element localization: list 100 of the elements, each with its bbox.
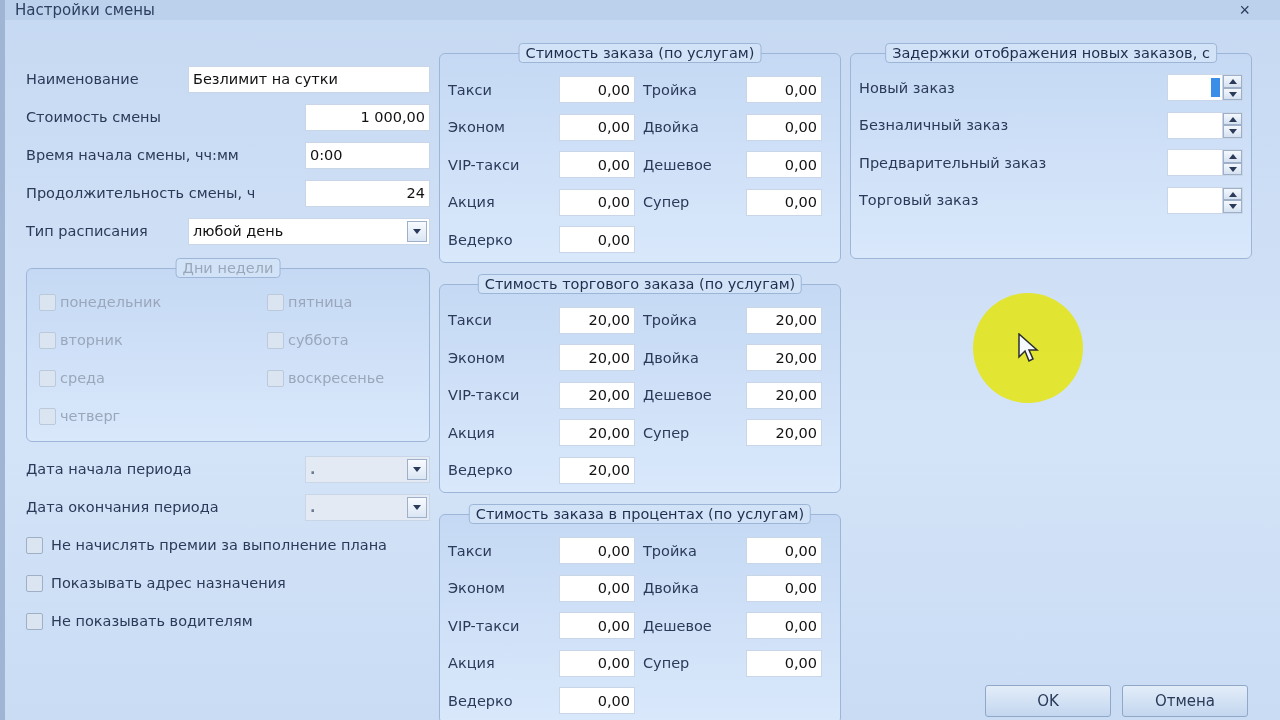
input-field[interactable]: 20,00 (746, 381, 822, 409)
field-label: Дешевое (643, 617, 712, 634)
input-field[interactable]: 20,00 (746, 306, 822, 334)
dialog-button[interactable]: OK (985, 684, 1111, 717)
field-label: Тройка (643, 312, 697, 329)
down-arrow-icon (1228, 91, 1237, 97)
field-label: Супер (643, 655, 690, 672)
field-label: Продолжительность смены, ч (26, 185, 256, 201)
group-title: Дни недели (175, 258, 281, 278)
input-field[interactable]: 0,00 (559, 574, 635, 602)
down-arrow-icon (1228, 129, 1237, 134)
field-label: Двойка (643, 349, 699, 366)
field-label: Предварительный заказ (859, 154, 1047, 171)
field-label: Тройка (643, 81, 697, 98)
input-field[interactable]: 0,00 (746, 649, 822, 677)
input-field[interactable]: 20,00 (746, 344, 822, 372)
field-label: Эконом (448, 349, 506, 366)
field-label: Такси (448, 542, 492, 559)
field-label: Дата начала периода (26, 461, 192, 477)
field-label: Супер (643, 194, 690, 211)
checkbox-label: воскресенье (288, 370, 385, 386)
input-field[interactable]: 0,00 (559, 537, 635, 565)
field-label: VIP-такси (448, 156, 520, 173)
down-arrow-icon (1228, 204, 1237, 209)
input-field[interactable]: 0,00 (746, 537, 822, 565)
checkbox-label: Не показывать водителям (51, 613, 253, 629)
field-label: Двойка (643, 580, 699, 597)
input-field[interactable]: 0,00 (746, 574, 822, 602)
field-label: Акция (448, 194, 495, 211)
field-label: VIP-такси (448, 387, 520, 404)
field-label: Эконом (448, 580, 506, 597)
input-field[interactable]: 0,00 (746, 151, 822, 179)
checkbox-label: четверг (60, 408, 121, 424)
input-field[interactable]: 0,00 (559, 687, 635, 715)
input-field[interactable]: 0,00 (746, 113, 822, 141)
down-arrow-icon (413, 466, 421, 472)
input-field[interactable]: 0,00 (746, 76, 822, 104)
schedule-dropdown[interactable]: любой день (188, 217, 430, 245)
spin-field[interactable] (1167, 186, 1243, 214)
group-title: Стимость торгового заказа (по услугам) (477, 273, 803, 294)
field-label: Наименование (26, 71, 139, 87)
input-field[interactable]: 20,00 (559, 344, 635, 372)
input-field[interactable]: 0,00 (746, 612, 822, 640)
dialog-button[interactable]: Отмена (1122, 684, 1248, 717)
up-arrow-icon (1228, 191, 1237, 197)
field-label: Такси (448, 81, 492, 98)
field-label: Акция (448, 655, 495, 672)
field-label: Двойка (643, 119, 699, 136)
up-arrow-icon (1228, 116, 1237, 122)
close-button[interactable]: × (1239, 0, 1250, 21)
checkbox-label: Показывать адрес назначения (51, 575, 286, 591)
input-field[interactable]: 1 000,00 (305, 103, 430, 131)
input-field[interactable]: 20,00 (559, 306, 635, 334)
up-arrow-icon (1228, 154, 1237, 159)
field-label: Дешевое (643, 156, 712, 173)
input-field[interactable]: 0,00 (559, 76, 635, 104)
field-label: Новый заказ (859, 79, 955, 96)
input-field[interactable]: 24 (305, 179, 430, 207)
window-title: Настройки смены (15, 1, 155, 19)
input-field[interactable]: 0,00 (559, 151, 635, 179)
spin-field[interactable] (1167, 149, 1243, 177)
input-field[interactable]: 0,00 (559, 612, 635, 640)
checkbox[interactable] (26, 612, 43, 630)
input-field[interactable]: 20,00 (559, 456, 635, 484)
checkbox-label: понедельник (60, 294, 162, 310)
down-arrow-icon (413, 228, 421, 234)
input-field[interactable]: 20,00 (559, 381, 635, 409)
group-title: Задержки отображения новых заказов, с (885, 43, 1217, 63)
group-title: Стимость заказа (по услугам) (518, 43, 762, 63)
field-label: Тройка (643, 542, 697, 559)
input-field[interactable]: 0,00 (559, 226, 635, 254)
field-label: Ведерко (448, 692, 513, 709)
checkbox[interactable] (26, 574, 43, 592)
field-label: VIP-такси (448, 617, 520, 634)
field-label: Супер (643, 424, 690, 441)
field-label: Акция (448, 424, 495, 441)
field-label: Такси (448, 312, 492, 329)
field-label: Безналичный заказ (859, 117, 1009, 134)
checkbox-label: суббота (288, 332, 349, 348)
field-label: Эконом (448, 119, 506, 136)
field-label: Время начала смены, чч:мм (26, 147, 239, 163)
input-field[interactable]: 20,00 (559, 419, 635, 447)
checkbox-label: вторник (60, 332, 123, 348)
input-field[interactable]: 0:00 (305, 141, 430, 169)
spin-field[interactable] (1167, 74, 1243, 102)
checkbox-label: пятница (288, 294, 353, 310)
input-field[interactable]: 0,00 (559, 649, 635, 677)
down-arrow-icon (413, 504, 421, 510)
input-field[interactable]: Безлимит на сутки (188, 65, 430, 93)
input-field[interactable]: 0,00 (559, 188, 635, 216)
input-field[interactable]: 0,00 (559, 113, 635, 141)
input-field[interactable]: 0,00 (746, 188, 822, 216)
checkbox[interactable] (26, 536, 43, 554)
down-arrow-icon (1228, 166, 1237, 172)
field-label: Дешевое (643, 387, 712, 404)
checkbox-label: среда (60, 370, 105, 386)
input-field[interactable]: 20,00 (746, 419, 822, 447)
spin-field[interactable] (1167, 111, 1243, 139)
field-label: Тип расписания (26, 223, 148, 239)
field-label: Ведерко (448, 462, 513, 479)
